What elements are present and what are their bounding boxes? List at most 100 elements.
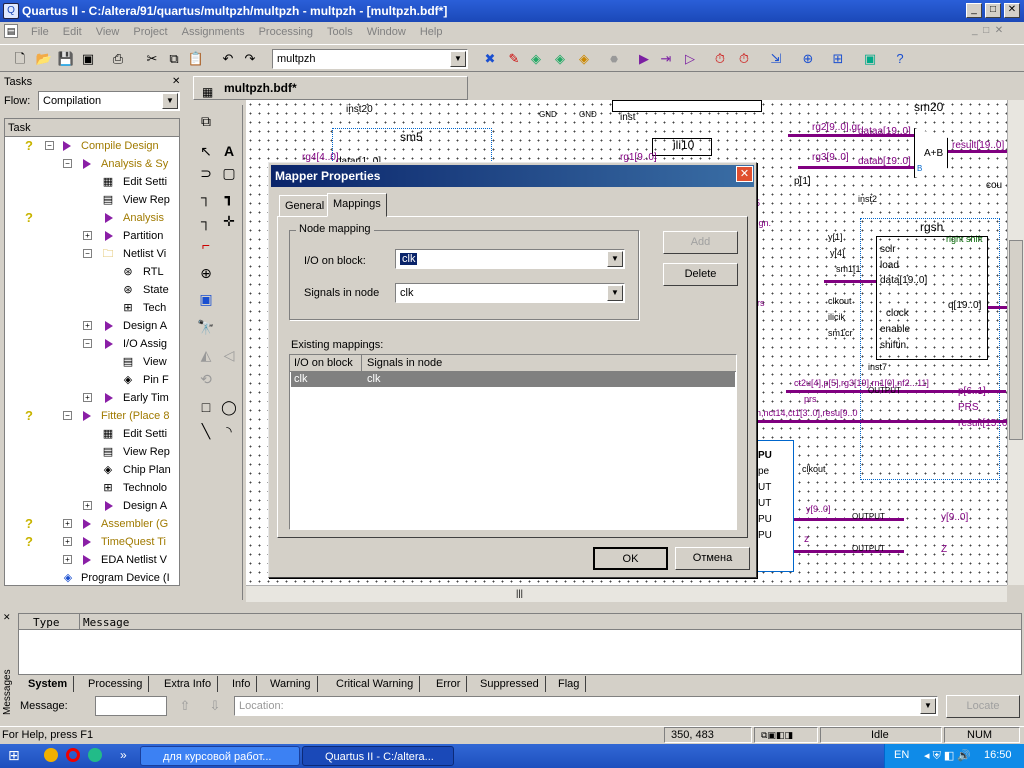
cut-icon[interactable]: ✂ bbox=[142, 49, 162, 69]
orthogonal-node-icon[interactable]: ┐ bbox=[196, 187, 216, 207]
close-button[interactable]: ✕ bbox=[1004, 3, 1020, 18]
tab-suppressed[interactable]: Suppressed bbox=[474, 676, 546, 692]
menu-edit[interactable]: Edit bbox=[56, 26, 89, 38]
task-item[interactable]: + Design A bbox=[5, 317, 179, 335]
play-icon[interactable] bbox=[105, 213, 113, 223]
add-button[interactable]: Add bbox=[663, 231, 738, 254]
chevron-right-icon[interactable]: » bbox=[120, 748, 127, 762]
conduit-tool-icon[interactable]: ┐ bbox=[196, 211, 216, 231]
list-item[interactable]: clk clk bbox=[291, 372, 735, 387]
column-io-on-block[interactable]: I/O on block bbox=[290, 355, 362, 371]
expand-icon[interactable]: + bbox=[83, 231, 92, 240]
document-icon[interactable]: ▤ bbox=[4, 24, 18, 38]
start-button[interactable]: ⊞ bbox=[8, 747, 30, 765]
pop-out-icon[interactable]: ⧉ bbox=[196, 111, 216, 131]
arc-tool-icon[interactable]: ◝ bbox=[219, 421, 239, 441]
text-tool-icon[interactable]: A bbox=[219, 141, 239, 161]
copy-icon[interactable]: ⧉ bbox=[164, 49, 184, 69]
play-icon[interactable] bbox=[83, 411, 91, 421]
play-icon[interactable] bbox=[105, 321, 113, 331]
tab-system[interactable]: System bbox=[22, 676, 75, 692]
menu-project[interactable]: Project bbox=[126, 26, 174, 38]
play-icon[interactable] bbox=[105, 339, 113, 349]
task-item[interactable]: + Partition bbox=[5, 227, 179, 245]
task-item[interactable]: ▦ Edit Setti bbox=[5, 425, 179, 443]
locate-button[interactable]: Locate bbox=[946, 695, 1020, 718]
tab-mappings[interactable]: Mappings bbox=[327, 193, 387, 217]
rotate-icon[interactable]: ⟲ bbox=[196, 369, 216, 389]
task-item[interactable]: ⊞ Tech bbox=[5, 299, 179, 317]
expand-icon[interactable]: + bbox=[83, 393, 92, 402]
timequest-icon[interactable]: ⏱ bbox=[734, 49, 754, 69]
tab-critical-warning[interactable]: Critical Warning bbox=[330, 676, 421, 692]
task-item[interactable]: ◈ Chip Plan bbox=[5, 461, 179, 479]
expand-icon[interactable]: + bbox=[63, 537, 72, 546]
menu-help[interactable]: Help bbox=[413, 26, 450, 38]
chevron-down-icon[interactable]: ▼ bbox=[920, 698, 936, 714]
collapse-icon[interactable]: − bbox=[83, 339, 92, 348]
flip-horizontal-icon[interactable]: ◭ bbox=[196, 345, 216, 365]
minimize-button[interactable]: _ bbox=[966, 3, 982, 18]
orthogonal-bus-icon[interactable]: ┓ bbox=[219, 187, 239, 207]
opera-icon[interactable] bbox=[66, 748, 80, 762]
task-item[interactable]: ? + Assembler (G bbox=[5, 515, 179, 533]
open-icon[interactable]: 📂 bbox=[34, 49, 54, 69]
start-compilation-icon[interactable]: ▶ bbox=[634, 49, 654, 69]
tab-error[interactable]: Error bbox=[430, 676, 468, 692]
play-icon[interactable] bbox=[63, 141, 71, 151]
partial-line-icon[interactable]: ✛ bbox=[219, 211, 239, 231]
chip-editor-icon[interactable]: ✖ bbox=[480, 49, 500, 69]
undo-icon[interactable]: ↶ bbox=[218, 49, 238, 69]
maximize-button[interactable]: □ bbox=[985, 3, 1001, 18]
task-item[interactable]: ◈ Program Device (I bbox=[5, 569, 179, 585]
canvas-vertical-scrollbar[interactable] bbox=[1007, 100, 1024, 585]
expand-icon[interactable]: + bbox=[63, 519, 72, 528]
redo-icon[interactable]: ↷ bbox=[240, 49, 260, 69]
chevron-down-icon[interactable]: ▼ bbox=[450, 51, 466, 67]
taskbar-item-word[interactable]: для курсовой работ... bbox=[140, 746, 300, 766]
flip-vertical-icon[interactable]: ◁ bbox=[219, 345, 239, 365]
column-message[interactable]: Message bbox=[83, 616, 129, 629]
rubberbanding-icon[interactable]: ⌐ bbox=[196, 235, 216, 255]
task-item[interactable]: ◈ Pin F bbox=[5, 371, 179, 389]
timing-icon[interactable]: ⏱ bbox=[710, 49, 730, 69]
play-icon[interactable] bbox=[105, 501, 113, 511]
task-item[interactable]: ▤ View Rep bbox=[5, 443, 179, 461]
chip-planner-icon[interactable]: ⊞ bbox=[828, 49, 848, 69]
taskbar-item-quartus[interactable]: Quartus II - C:/altera... bbox=[302, 746, 454, 766]
flow-combo[interactable]: Compilation ▼ bbox=[38, 91, 180, 111]
tab-general[interactable]: General bbox=[279, 195, 331, 217]
delete-button[interactable]: Delete bbox=[663, 263, 738, 286]
pin-planner-icon[interactable]: ◈ bbox=[574, 49, 594, 69]
existing-mappings-list[interactable]: I/O on block Signals in node clk clk bbox=[289, 354, 737, 530]
task-item[interactable]: + EDA Netlist V bbox=[5, 551, 179, 569]
menu-tools[interactable]: Tools bbox=[320, 26, 360, 38]
quartus-app-icon[interactable]: Q bbox=[3, 3, 19, 19]
tray-icons[interactable]: ◂ ⛨ ◧ 🔊 bbox=[924, 749, 971, 763]
save-all-icon[interactable]: ▣ bbox=[78, 49, 98, 69]
collapse-icon[interactable]: − bbox=[63, 411, 72, 420]
stop-icon[interactable]: ⬣ bbox=[604, 49, 624, 69]
collapse-icon[interactable]: − bbox=[45, 141, 54, 150]
new-icon[interactable]: 🗋 bbox=[10, 49, 30, 69]
arrow-down-icon[interactable]: ⇩ bbox=[205, 696, 225, 716]
menu-processing[interactable]: Processing bbox=[252, 26, 320, 38]
zoom-tool-icon[interactable]: ⊕ bbox=[196, 263, 216, 283]
document-tab[interactable]: ▦ multpzh.bdf* bbox=[193, 76, 468, 100]
chevron-down-icon[interactable]: ▼ bbox=[162, 93, 178, 109]
task-item[interactable]: ▤ View bbox=[5, 353, 179, 371]
tab-flag[interactable]: Flag bbox=[552, 676, 587, 692]
messages-list[interactable]: Type Message bbox=[18, 613, 1022, 675]
assignment-icon[interactable]: ◈ bbox=[550, 49, 570, 69]
task-item[interactable]: ⊞ Technolo bbox=[5, 479, 179, 497]
play-icon[interactable] bbox=[83, 159, 91, 169]
play-icon[interactable] bbox=[83, 555, 91, 565]
play-icon[interactable] bbox=[105, 393, 113, 403]
task-item[interactable]: ? + TimeQuest Ti bbox=[5, 533, 179, 551]
rtl-viewer-icon[interactable]: ⊕ bbox=[798, 49, 818, 69]
task-item[interactable]: ▦ Edit Setti bbox=[5, 173, 179, 191]
task-item[interactable]: ⊛ State bbox=[5, 281, 179, 299]
project-combo[interactable]: multpzh ▼ bbox=[272, 49, 468, 69]
tab-info[interactable]: Info bbox=[226, 676, 258, 692]
column-signals-in-node[interactable]: Signals in node bbox=[363, 355, 736, 371]
